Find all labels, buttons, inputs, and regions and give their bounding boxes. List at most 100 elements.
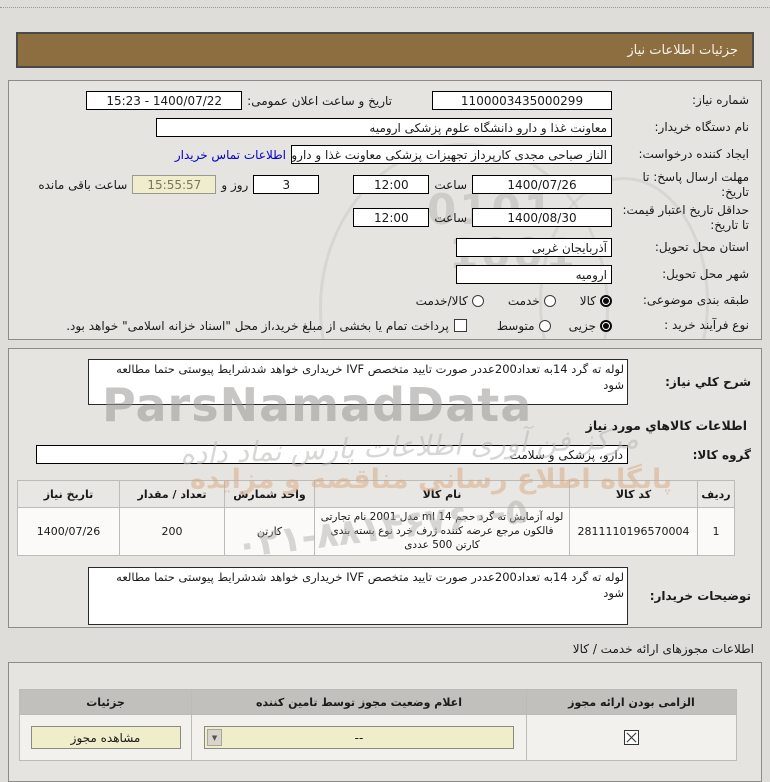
col-header-quantity: تعداد / مقدار	[119, 480, 225, 508]
process-type-label: نوع فرآیند خرید :	[664, 318, 749, 332]
select-value: --	[354, 730, 364, 745]
buyer-notes-row: توضیحات خریدار: لوله ته گرد 14به تعداد20…	[13, 560, 757, 632]
radio-option-label: کالا/خدمت	[415, 293, 468, 308]
process-type-row: نوع فرآیند خرید : جزیی متوسط پرداخت تمام…	[15, 313, 755, 338]
city-field[interactable]: ارومیه	[456, 265, 612, 284]
col-header-license-status: اعلام وضعیت مجوز توسط تامین کننده	[191, 689, 527, 715]
radio-option-label: خدمت	[507, 293, 540, 308]
radio-option-label: متوسط	[496, 318, 535, 333]
table-row: -- ▼ مشاهده مجوز	[19, 714, 737, 761]
cell-goods-code: 2811110196570004	[569, 507, 698, 556]
buyer-notes-label: توضیحات خریدار:	[649, 588, 751, 603]
radio-option-goods-service[interactable]: کالا/خدمت	[416, 294, 484, 308]
treasury-note-label: پرداخت تمام یا بخشی از مبلغ خرید،از محل …	[66, 318, 449, 333]
need-desc-label: شرح کلي نیاز:	[665, 375, 751, 389]
cell-license-required	[526, 714, 737, 761]
deadline-row: مهلت ارسال پاسخ: تا تاریخ: 1400/07/26 سا…	[15, 168, 755, 201]
cell-details: مشاهده مجوز	[19, 714, 192, 761]
province-row: استان محل تحویل: آذربایجان غربی	[15, 234, 755, 261]
cell-goods-name: لوله آزمایش ته گرد حجم 14 ml مدل 2001 نا…	[314, 507, 570, 556]
radio-option-label: کالا	[579, 293, 596, 308]
deadline-hour-label: ساعت	[434, 177, 467, 192]
buyer-notes-field[interactable]: لوله ته گرد 14به تعداد200عددر صورت تایید…	[88, 566, 628, 625]
hours-remaining-label: ساعت باقی مانده	[38, 177, 128, 192]
buyer-org-field[interactable]: معاونت غذا و دارو دانشگاه علوم پزشکی ارو…	[156, 118, 612, 137]
radio-unchecked-icon[interactable]	[471, 294, 484, 307]
city-label: شهر محل تحویل:	[662, 267, 749, 281]
checked-checkbox-icon[interactable]	[624, 729, 639, 745]
deadline-label: مهلت ارسال پاسخ: تا تاریخ:	[642, 169, 749, 199]
province-label: استان محل تحویل:	[654, 240, 749, 254]
need-desc-row: شرح کلي نیاز: لوله ته گرد 14به تعداد200ع…	[13, 357, 757, 407]
city-row: شهر محل تحویل: ارومیه	[15, 261, 755, 288]
top-dotted-divider	[0, 7, 770, 8]
buyer-org-row: نام دستگاه خریدار: معاونت غذا و دارو دان…	[15, 114, 755, 141]
validity-label: حداقل تاریخ اعتبار قیمت: تا تاریخ:	[622, 202, 749, 232]
remaining-days-field[interactable]: 3	[253, 175, 320, 194]
cell-row-number: 1	[697, 507, 735, 556]
cell-unit: کارتن	[224, 507, 315, 556]
goods-group-row: گروه کالا: دارو، پزشکی و سلامت	[13, 441, 757, 468]
col-header-need-date: تاریخ نیاز	[17, 480, 120, 508]
col-header-goods-code: کد کالا	[569, 480, 698, 508]
need-number-row: شماره نیاز: 1100003435000299 تاریخ و ساع…	[15, 87, 755, 114]
treasury-checkbox[interactable]	[453, 319, 467, 332]
table-row: 1 2811110196570004 لوله آزمایش ته گرد حج…	[17, 507, 735, 556]
radio-option-goods[interactable]: کالا	[580, 294, 612, 308]
validity-time-field[interactable]: 12:00	[353, 208, 430, 227]
licenses-groupbox: الزامی بودن ارائه مجوز اعلام وضعیت مجوز …	[8, 662, 762, 782]
deadline-time-field[interactable]: 12:00	[353, 175, 430, 194]
goods-group-label: گروه کالا:	[692, 447, 751, 462]
goods-table-header-row: ردیف کد کالا نام کالا واحد شمارش تعداد /…	[17, 480, 735, 508]
col-header-details: جزئیات	[19, 689, 192, 715]
licenses-table: الزامی بودن ارائه مجوز اعلام وضعیت مجوز …	[19, 689, 737, 761]
province-field[interactable]: آذربایجان غربی	[456, 238, 612, 257]
radio-unchecked-icon[interactable]	[538, 319, 551, 332]
need-desc-field[interactable]: لوله ته گرد 14به تعداد200عددر صورت تایید…	[88, 359, 628, 405]
radio-option-label: جزیی	[568, 318, 596, 333]
license-status-select[interactable]: -- ▼	[204, 726, 514, 749]
col-header-goods-name: نام کالا	[314, 480, 570, 508]
radio-option-service[interactable]: خدمت	[508, 294, 556, 308]
need-number-label: شماره نیاز:	[692, 93, 749, 107]
price-validity-row: حداقل تاریخ اعتبار قیمت: تا تاریخ: 1400/…	[15, 201, 755, 234]
buyer-org-label: نام دستگاه خریدار:	[654, 120, 750, 134]
radio-unchecked-icon[interactable]	[543, 294, 556, 307]
classification-label: طبقه بندی موضوعی:	[642, 293, 749, 307]
goods-group-field[interactable]: دارو، پزشکی و سلامت	[36, 445, 628, 464]
announce-label: تاریخ و ساعت اعلان عمومی:	[247, 93, 392, 108]
classification-row: طبقه بندی موضوعی: کالا خدمت کالا/خدمت	[15, 288, 755, 313]
creator-label: ایجاد کننده درخواست:	[638, 147, 749, 161]
need-info-groupbox: 0101 1001 شماره نیاز: 1100003435000299 ت…	[8, 80, 762, 340]
cell-license-status: -- ▼	[191, 714, 527, 761]
days-and-label: روز و	[221, 177, 249, 192]
need-details-page: { "title_bar": { "text": "جزئیات اطلاعات…	[0, 0, 770, 782]
announce-field[interactable]: 1400/07/22 - 15:23	[86, 91, 243, 110]
chevron-down-icon[interactable]: ▼	[207, 729, 222, 746]
deadline-date-field[interactable]: 1400/07/26	[472, 175, 612, 194]
creator-row: ایجاد کننده درخواست: الناز صباحی مجدی کا…	[15, 141, 755, 168]
page-title: جزئیات اطلاعات نیاز	[627, 42, 738, 58]
radio-checked-icon[interactable]	[600, 294, 612, 307]
creator-field[interactable]: الناز صباحی مجدی کارپرداز تجهیزات پزشکی …	[291, 145, 612, 164]
need-number-field[interactable]: 1100003435000299	[432, 91, 612, 110]
col-header-row-number: ردیف	[697, 480, 735, 508]
validity-date-field[interactable]: 1400/08/30	[472, 208, 612, 227]
countdown-timer: 15:55:57	[132, 175, 217, 194]
goods-info-groupbox: شرح کلي نیاز: لوله ته گرد 14به تعداد200ع…	[8, 348, 762, 628]
page-title-bar: جزئیات اطلاعات نیاز	[16, 32, 754, 68]
cell-need-date: 1400/07/26	[17, 507, 120, 556]
buyer-contact-link[interactable]: اطلاعات تماس خریدار	[175, 148, 286, 162]
col-header-license-required: الزامی بودن ارائه مجوز	[526, 689, 737, 715]
cell-quantity: 200	[119, 507, 225, 556]
view-license-button[interactable]: مشاهده مجوز	[30, 726, 181, 749]
radio-option-partial[interactable]: جزیی	[569, 319, 612, 333]
validity-hour-label: ساعت	[434, 210, 467, 225]
radio-checked-icon[interactable]	[600, 319, 612, 332]
radio-option-medium[interactable]: متوسط	[497, 319, 551, 333]
licenses-section-title: اطلاعات مجوزهای ارائه خدمت / کالا	[572, 642, 754, 656]
col-header-unit: واحد شمارش	[224, 480, 315, 508]
goods-table: ردیف کد کالا نام کالا واحد شمارش تعداد /…	[17, 480, 735, 556]
goods-section-title: اطلاعات کالاهاي مورد نیاز	[585, 418, 747, 433]
licenses-table-header-row: الزامی بودن ارائه مجوز اعلام وضعیت مجوز …	[19, 689, 737, 715]
